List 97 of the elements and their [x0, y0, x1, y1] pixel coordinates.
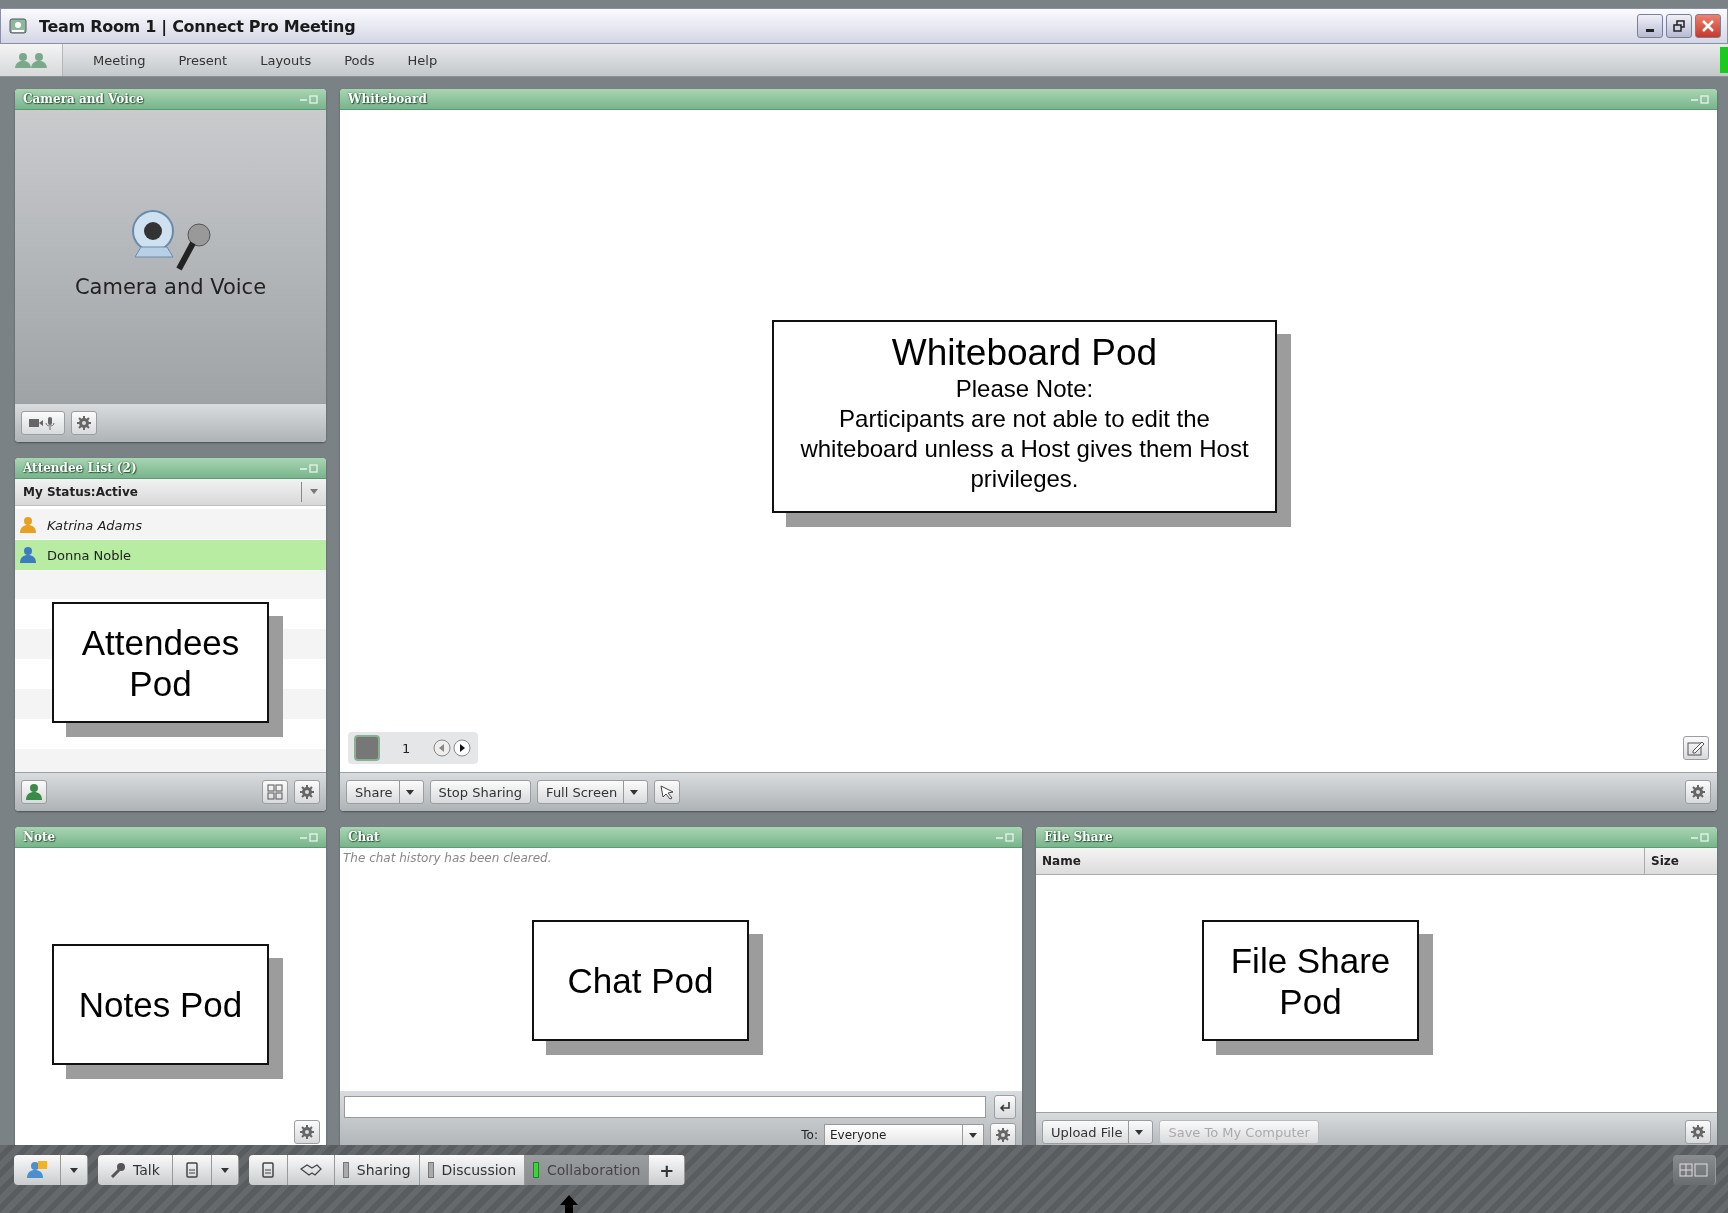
chat-input-field[interactable]	[344, 1096, 986, 1118]
settings-button[interactable]	[294, 780, 320, 804]
view-button[interactable]	[262, 780, 288, 804]
person-status-icon	[26, 1161, 48, 1179]
pod-title: File Share	[1044, 830, 1113, 844]
close-button[interactable]	[1695, 14, 1721, 38]
phone-button[interactable]	[248, 1155, 288, 1185]
person-icon	[19, 546, 37, 564]
attendee-name: Katrina Adams	[47, 517, 142, 533]
settings-button[interactable]	[294, 1120, 320, 1144]
settings-button[interactable]	[990, 1123, 1016, 1147]
prev-next-icon	[432, 739, 473, 757]
caret-icon	[310, 489, 318, 495]
callout-label: Attendees Pod	[80, 621, 241, 704]
recipient-dropdown[interactable]: Everyone	[824, 1124, 984, 1146]
dropdown-button[interactable]	[211, 1155, 239, 1185]
talk-button[interactable]: Talk	[98, 1155, 173, 1185]
minimize-button[interactable]	[1637, 14, 1663, 38]
add-user-button[interactable]	[21, 780, 47, 804]
people-icon	[14, 52, 48, 68]
handshake-button[interactable]	[287, 1155, 335, 1185]
gear-icon	[1689, 783, 1707, 801]
gear-icon	[298, 783, 316, 801]
recipient-label: To:	[801, 1128, 818, 1142]
caret-icon	[629, 788, 640, 796]
close-icon	[1702, 20, 1714, 32]
layout-grid-icon	[1679, 1162, 1709, 1178]
view-toggle-button[interactable]	[1673, 1155, 1716, 1185]
window-title: Team Room 1 | Connect Pro Meeting	[39, 16, 357, 36]
app-icon	[9, 18, 27, 34]
grid-icon	[266, 783, 284, 801]
restore-icon	[1673, 20, 1685, 32]
minimize-icon	[1646, 28, 1654, 32]
pointer-button[interactable]	[654, 780, 681, 804]
pod-title: Note	[23, 830, 56, 844]
person-add-icon	[25, 783, 43, 801]
caret-icon	[968, 1131, 978, 1139]
enter-icon	[998, 1101, 1012, 1113]
gear-icon	[1689, 1123, 1707, 1141]
phone-icon	[260, 1162, 275, 1178]
status-button[interactable]	[14, 1155, 61, 1185]
gear-icon	[75, 414, 93, 432]
settings-button[interactable]	[1685, 780, 1711, 804]
menu-item[interactable]: Layouts	[260, 52, 312, 68]
settings-button[interactable]	[1685, 1120, 1711, 1144]
toolbar-button[interactable]: Share	[346, 780, 424, 804]
caret-icon	[69, 1166, 79, 1174]
attendee-row[interactable]: Donna Noble	[15, 540, 326, 570]
page-number: 1	[402, 740, 411, 756]
camera-voice-button[interactable]	[21, 411, 65, 435]
file-button[interactable]: Upload File	[1042, 1120, 1154, 1144]
callout-text: Participants are not able to edit the whiteboard unless a Host gives them Host privileges.	[799, 404, 1250, 494]
caret-icon	[219, 1166, 230, 1174]
menu-item[interactable]: Help	[407, 52, 438, 68]
camera-microphone-icon	[28, 416, 58, 430]
status-label: My Status:Active	[23, 485, 138, 499]
pod-label: Camera and Voice	[74, 274, 267, 299]
toolbar-button[interactable]: Full Screen	[537, 780, 649, 804]
send-button[interactable]	[994, 1095, 1016, 1119]
callout-heading: Whiteboard Pod	[891, 332, 1158, 374]
dropdown-button[interactable]	[61, 1155, 88, 1185]
settings-button[interactable]	[71, 411, 97, 435]
menu-item[interactable]: Pods	[344, 52, 375, 68]
column-header[interactable]: Size	[1645, 854, 1717, 868]
pod-title: Whiteboard	[348, 92, 427, 106]
callout-label: File Share Pod	[1229, 939, 1392, 1022]
attendee-row[interactable]: Katrina Adams	[15, 510, 326, 540]
caret-icon	[404, 788, 415, 796]
gear-icon	[994, 1126, 1012, 1144]
gear-icon	[298, 1123, 316, 1141]
attendee-name: Donna Noble	[47, 547, 132, 563]
add-layout-button[interactable]: +	[649, 1155, 686, 1185]
pod-title: Chat	[348, 830, 380, 844]
toolbar-button[interactable]: Stop Sharing	[429, 780, 532, 804]
menu-item[interactable]: Present	[178, 52, 228, 68]
layout-tab[interactable]: Discussion	[419, 1155, 525, 1185]
callout-label: Chat Pod	[567, 960, 714, 1001]
callout-note: Please Note:	[955, 374, 1094, 404]
microphone-icon	[110, 1162, 126, 1178]
page-arrows-button[interactable]	[432, 739, 473, 757]
layout-tab[interactable]: Sharing	[334, 1155, 420, 1185]
menu-item[interactable]: Meeting	[93, 52, 146, 68]
chat-message: The chat history has been cleared.	[342, 850, 553, 867]
status-dropdown[interactable]: My Status:Active	[15, 479, 326, 506]
phone-icon	[184, 1162, 199, 1178]
status-indicator	[1720, 47, 1728, 73]
person-icon	[19, 516, 37, 534]
pointer-arrow	[559, 1195, 579, 1213]
caret-icon	[1134, 1128, 1145, 1136]
restore-button[interactable]	[1666, 14, 1692, 38]
pod-title: Camera and Voice	[23, 92, 144, 106]
pencil-box-icon	[1687, 740, 1705, 756]
pod-title: Attendee List (2)	[23, 461, 137, 475]
column-header[interactable]: Name	[1036, 848, 1645, 874]
edit-button[interactable]	[1683, 736, 1709, 760]
phone-button[interactable]	[172, 1155, 212, 1185]
callout-label: Notes Pod	[78, 984, 243, 1025]
